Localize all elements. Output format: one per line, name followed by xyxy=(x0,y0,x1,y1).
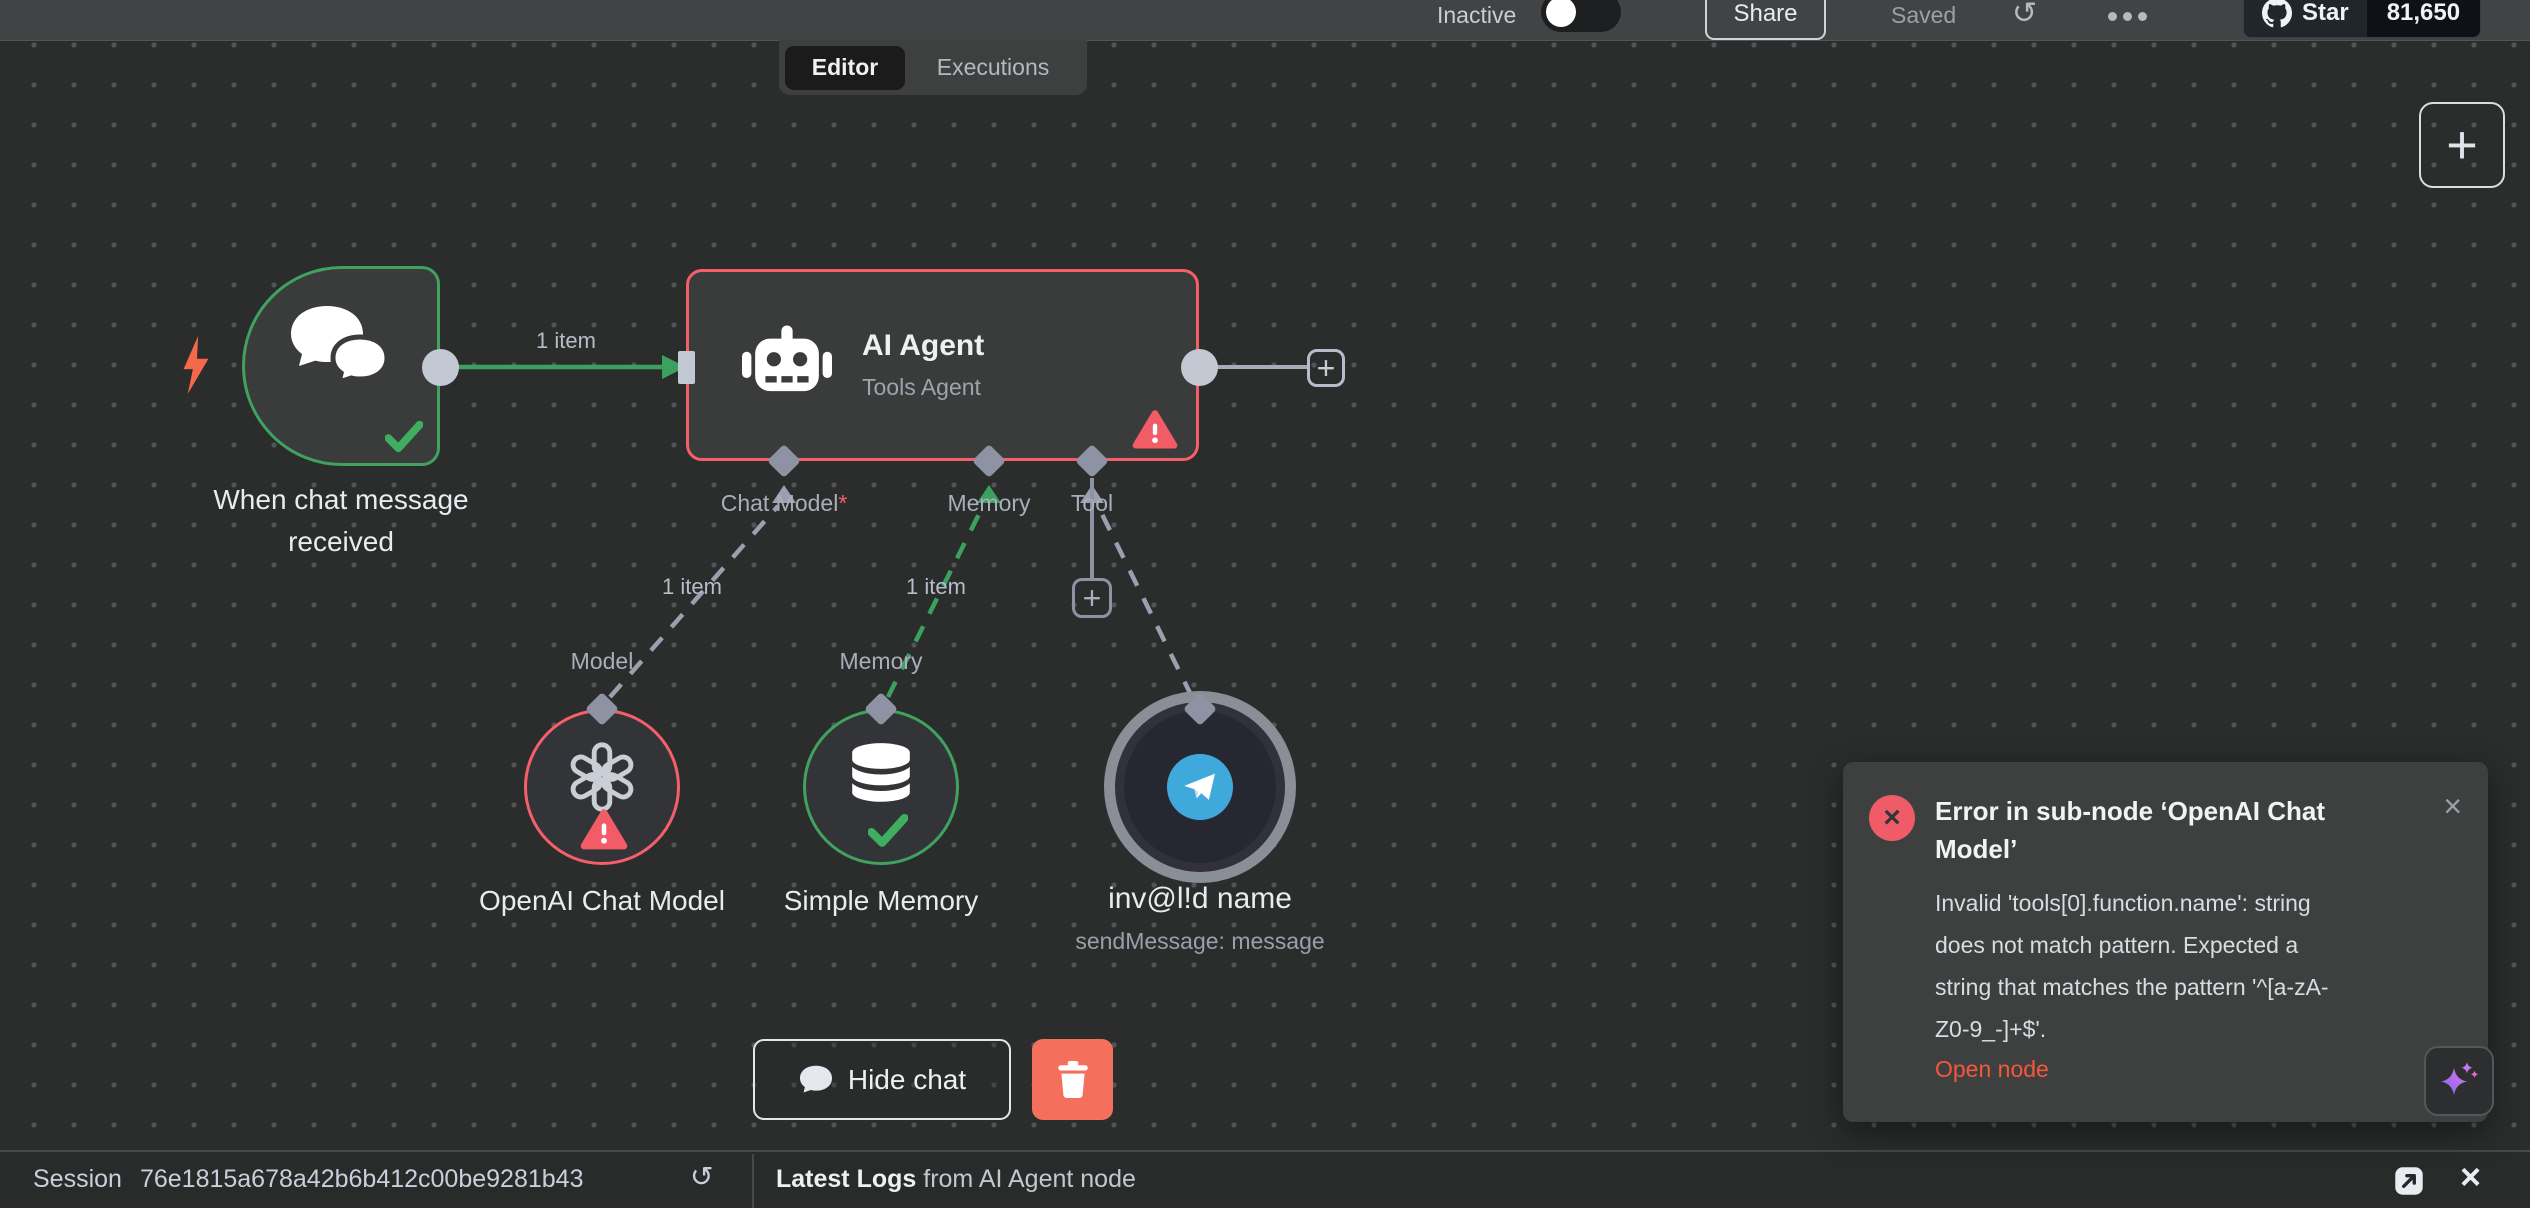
telegram-node-label: inv@l!d name xyxy=(1108,878,1292,920)
error-badge-icon: × xyxy=(1869,795,1915,841)
error-toast: × Error in sub-node ‘OpenAI Chat Model’ … xyxy=(1843,762,2488,1122)
open-node-link[interactable]: Open node xyxy=(1935,1056,2049,1083)
memory-success-check-icon xyxy=(868,814,908,848)
github-icon xyxy=(2262,0,2292,28)
github-star-widget[interactable]: Star 81,650 xyxy=(2243,0,2481,38)
toast-close-icon[interactable]: × xyxy=(2443,788,2462,825)
trigger-node-label: When chat message received xyxy=(161,479,521,563)
share-button[interactable]: Share xyxy=(1705,0,1826,40)
workflow-status-label: Inactive xyxy=(1437,2,1516,29)
history-icon[interactable]: ↺ xyxy=(2012,0,2037,31)
add-node-button[interactable]: + xyxy=(2419,102,2505,188)
toast-title: Error in sub-node ‘OpenAI Chat Model’ xyxy=(1935,792,2380,868)
session-id: 76e1815a678a42b6b412c00be9281b43 xyxy=(140,1165,584,1193)
agent-input-port[interactable] xyxy=(678,351,695,384)
agent-tool-port-label: Tool xyxy=(1071,490,1113,517)
agent-memory-port-label: Memory xyxy=(947,490,1030,517)
latest-logs-title: Latest Logs from AI Agent node xyxy=(776,1165,1136,1194)
trigger-output-port[interactable] xyxy=(422,349,459,386)
more-menu-icon[interactable] xyxy=(2108,12,2147,21)
agent-output-add-button[interactable]: + xyxy=(1307,349,1345,387)
telegram-icon xyxy=(1167,754,1233,820)
node-simple-memory[interactable] xyxy=(803,709,959,865)
agent-error-icon xyxy=(1132,408,1178,452)
connection-memory-items: 1 item xyxy=(906,574,966,600)
workflow-active-toggle[interactable] xyxy=(1541,0,1621,32)
tab-editor[interactable]: Editor xyxy=(785,46,905,90)
node-chat-trigger[interactable] xyxy=(242,266,440,466)
robot-icon xyxy=(742,323,832,403)
hide-chat-button[interactable]: Hide chat xyxy=(753,1039,1011,1120)
memory-port-label: Memory xyxy=(839,648,922,675)
trigger-bolt-icon xyxy=(179,336,213,394)
close-logs-icon[interactable]: × xyxy=(2460,1156,2481,1198)
clear-chat-button[interactable] xyxy=(1032,1039,1113,1120)
tab-executions[interactable]: Executions xyxy=(905,54,1081,81)
connection-model-items: 1 item xyxy=(662,574,722,600)
logs-divider xyxy=(752,1154,754,1208)
star-count: 81,650 xyxy=(2367,0,2480,37)
top-bar: Inactive Share Saved ↺ Star 81,650 xyxy=(0,0,2530,41)
agent-output-port[interactable] xyxy=(1181,349,1218,386)
telegram-node-sublabel: sendMessage: message xyxy=(1075,928,1324,955)
logs-panel-header: Session76e1815a678a42b6b412c00be9281b43 … xyxy=(0,1150,2530,1208)
agent-subtitle: Tools Agent xyxy=(862,374,981,401)
toast-message: Invalid 'tools[0].function.name': string… xyxy=(1935,882,2355,1050)
open-logs-window-icon[interactable] xyxy=(2390,1162,2428,1205)
chat-bubbles-icon xyxy=(287,301,391,391)
connection-telegram-tool[interactable] xyxy=(1098,506,1192,697)
trigger-success-check-icon xyxy=(385,421,423,453)
session-info: Session76e1815a678a42b6b412c00be9281b43 xyxy=(33,1165,583,1194)
view-tabs: Editor Executions xyxy=(779,40,1087,95)
tool-add-button[interactable]: + xyxy=(1072,578,1112,618)
openai-logo-icon xyxy=(563,738,641,816)
connection-main-items: 1 item xyxy=(536,328,596,354)
openai-node-label: OpenAI Chat Model xyxy=(479,880,725,922)
toggle-knob xyxy=(1546,0,1576,27)
n8n-editor: Inactive Share Saved ↺ Star 81,650 Edito… xyxy=(0,0,2530,1208)
connection-openai-chatmodel[interactable] xyxy=(610,506,778,697)
agent-chatmodel-port-label: Chat Model* xyxy=(721,490,848,517)
openai-error-icon xyxy=(580,808,628,852)
trash-icon xyxy=(1057,1061,1089,1099)
saved-status: Saved xyxy=(1891,2,1956,29)
sparkles-icon xyxy=(2436,1058,2482,1104)
database-icon xyxy=(845,742,917,808)
star-label: Star xyxy=(2302,0,2349,27)
openai-port-label: Model xyxy=(571,648,634,675)
session-reset-icon[interactable]: ↺ xyxy=(690,1160,713,1193)
ai-assistant-button[interactable] xyxy=(2424,1046,2494,1116)
memory-node-label: Simple Memory xyxy=(784,880,978,922)
chat-bubble-icon xyxy=(798,1064,834,1096)
agent-title: AI Agent xyxy=(862,329,984,363)
node-openai-chat-model[interactable] xyxy=(524,709,680,865)
